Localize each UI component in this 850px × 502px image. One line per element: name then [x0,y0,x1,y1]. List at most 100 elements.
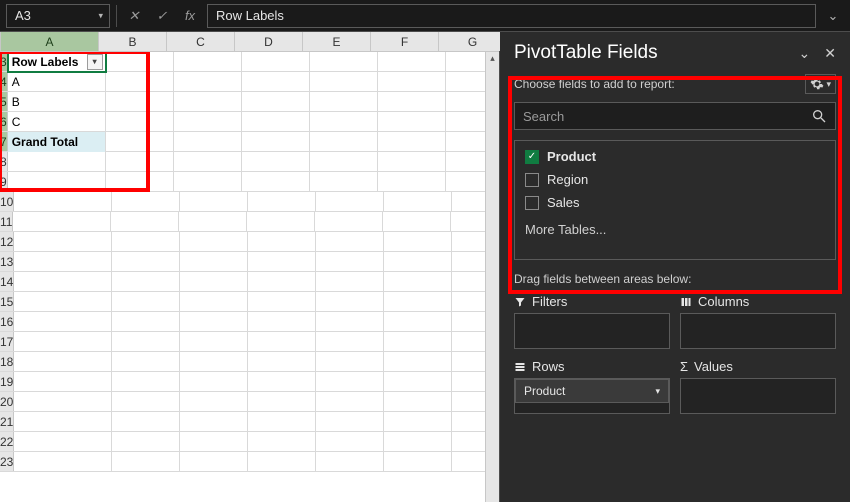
cell[interactable] [180,332,248,352]
cell[interactable] [310,72,378,92]
cell[interactable] [452,452,485,472]
cell[interactable] [310,152,378,172]
cell[interactable] [112,232,180,252]
cell[interactable] [248,312,316,332]
formula-input[interactable]: Row Labels [207,4,816,28]
cell[interactable] [384,232,452,252]
cell[interactable] [242,72,310,92]
cell[interactable] [452,332,485,352]
cell[interactable] [112,352,180,372]
cell[interactable] [14,232,112,252]
cell[interactable] [248,252,316,272]
cell[interactable] [452,412,485,432]
cell[interactable] [452,352,485,372]
chevron-down-icon[interactable]: ⌄ [799,45,811,62]
cell[interactable] [384,252,452,272]
row-header[interactable]: 3 [0,52,8,71]
cell[interactable] [446,172,485,192]
checkbox[interactable] [525,196,539,210]
cell[interactable] [242,112,310,132]
scroll-up-icon[interactable]: ▴ [486,52,499,64]
cell[interactable] [180,192,248,212]
cell[interactable] [180,352,248,372]
cell[interactable] [14,312,112,332]
rows-chip-product[interactable]: Product ▾ [515,379,669,403]
cell[interactable] [112,372,180,392]
cell[interactable] [452,432,485,452]
row-header[interactable]: 7 [0,132,8,151]
grid-body[interactable]: 3Row Labels▾4A5B6C7Grand Total8910111213… [0,52,485,502]
cell[interactable] [14,372,112,392]
cell[interactable] [248,292,316,312]
cell[interactable] [174,72,242,92]
cell[interactable] [316,292,384,312]
values-area[interactable]: Σ Values [680,359,836,414]
cell[interactable] [112,392,180,412]
formula-expand-icon[interactable]: ⌄ [822,5,844,27]
rows-area[interactable]: Rows Product ▾ [514,359,670,414]
row-header[interactable]: 17 [0,332,14,351]
cell[interactable] [378,172,446,192]
cell[interactable] [384,432,452,452]
cell[interactable] [248,452,316,472]
cell[interactable] [452,312,485,332]
checkbox[interactable] [525,173,539,187]
cell[interactable] [378,72,446,92]
cell[interactable] [378,92,446,112]
field-item-sales[interactable]: Sales [525,195,825,210]
cell[interactable] [14,452,112,472]
cell[interactable] [180,432,248,452]
cell[interactable] [14,392,112,412]
cell[interactable] [180,392,248,412]
cell[interactable] [174,152,242,172]
cell[interactable] [242,132,310,152]
cell[interactable] [446,132,485,152]
cell[interactable] [316,392,384,412]
row-header[interactable]: 5 [0,92,8,111]
cell[interactable] [384,352,452,372]
row-header[interactable]: 13 [0,252,14,271]
filter-dropdown-icon[interactable]: ▾ [87,54,103,70]
cell[interactable] [13,212,111,232]
cell[interactable] [180,412,248,432]
cell[interactable] [378,52,446,72]
cell[interactable] [247,212,315,232]
cell[interactable] [452,392,485,412]
cell[interactable] [179,212,247,232]
row-header[interactable]: 16 [0,312,14,331]
cell[interactable] [112,332,180,352]
cell[interactable] [14,352,112,372]
cell[interactable] [242,92,310,112]
close-icon[interactable]: ✕ [824,45,836,62]
cell[interactable] [112,252,180,272]
cell[interactable] [446,152,485,172]
cell[interactable] [180,252,248,272]
cell[interactable] [446,92,485,112]
cell[interactable] [112,272,180,292]
cell[interactable] [452,292,485,312]
row-header[interactable]: 8 [0,152,8,171]
cell[interactable] [316,232,384,252]
cancel-icon[interactable]: ✕ [123,5,145,27]
cell[interactable] [242,172,310,192]
cell[interactable] [446,52,485,72]
cell[interactable] [248,432,316,452]
column-header-F[interactable]: F [371,32,439,51]
cell[interactable] [180,292,248,312]
cell[interactable]: Row Labels▾ [8,52,106,72]
row-header[interactable]: 23 [0,452,14,471]
fx-button[interactable]: fx [179,5,201,27]
cell[interactable] [174,112,242,132]
cell[interactable] [180,272,248,292]
cell[interactable] [384,192,452,212]
cell[interactable] [316,372,384,392]
cell[interactable] [452,372,485,392]
cell[interactable] [316,332,384,352]
cell[interactable] [174,172,242,192]
cell[interactable] [310,132,378,152]
row-header[interactable]: 11 [0,212,13,231]
row-header[interactable]: 21 [0,412,14,431]
cell[interactable] [14,432,112,452]
tools-button[interactable]: ▾ [805,74,836,94]
cell[interactable] [383,212,451,232]
